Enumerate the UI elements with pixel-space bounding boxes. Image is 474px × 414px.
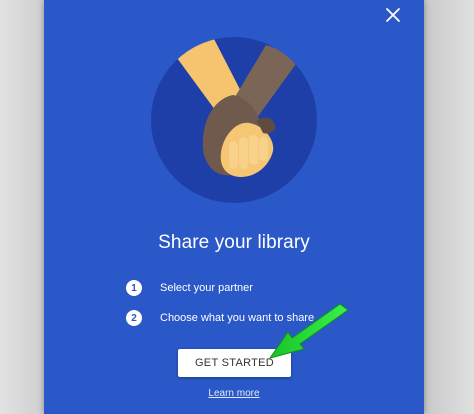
close-icon — [386, 8, 400, 22]
learn-more-link[interactable]: Learn more — [44, 388, 424, 399]
step-item-2: 2 Choose what you want to share — [126, 309, 314, 327]
step-label: Select your partner — [160, 282, 253, 294]
holding-hands-icon — [151, 37, 317, 203]
step-label: Choose what you want to share — [160, 312, 315, 324]
backdrop-right — [424, 0, 474, 414]
close-button[interactable] — [384, 6, 402, 24]
get-started-button[interactable]: GET STARTED — [178, 349, 291, 377]
step-number: 2 — [126, 310, 142, 326]
backdrop-left — [0, 0, 44, 414]
share-library-dialog: Share your library 1 Select your partner… — [44, 0, 424, 414]
step-number: 1 — [126, 280, 142, 296]
step-item-1: 1 Select your partner — [126, 279, 253, 297]
dialog-title: Share your library — [158, 232, 310, 253]
